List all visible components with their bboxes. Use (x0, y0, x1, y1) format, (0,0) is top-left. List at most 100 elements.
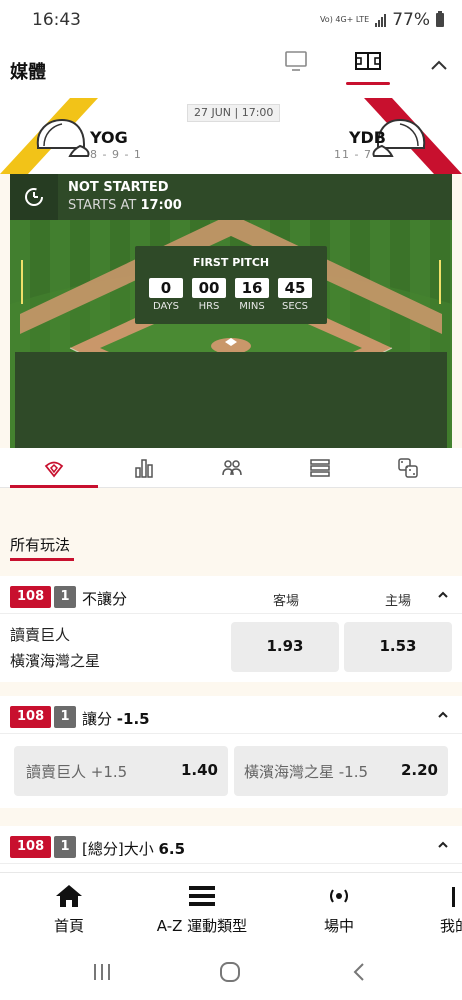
market-line: -1.5 (116, 710, 150, 728)
market-line: 6.5 (158, 840, 186, 858)
countdown-days-value: 0 (149, 278, 183, 298)
field-info-panel (15, 352, 447, 448)
match-tabs (0, 448, 462, 488)
timer-icon-box (10, 174, 58, 220)
field-view-icon[interactable] (354, 50, 382, 72)
market-num-badge: 1 (54, 836, 76, 858)
nav-sports-az-label: A-Z 運動類型 (156, 917, 248, 935)
market-handicap: 108 1 讓分 -1.5 讀賣巨人 +1.5 1.40 橫濱海灣之星 -1.5… (0, 696, 462, 808)
chevron-up-icon[interactable] (436, 838, 450, 852)
home-icon (56, 885, 82, 907)
battery-icon (436, 11, 444, 27)
chevron-up-icon[interactable] (436, 588, 450, 602)
timer-icon (25, 188, 43, 206)
match-datetime: 27 JUN | 17:00 (187, 104, 281, 122)
nav-home[interactable]: 首頁 (44, 883, 94, 936)
battery-level: 77% (392, 10, 430, 30)
media-title: 媒體 (10, 62, 46, 83)
selection-name: 讀賣巨人 +1.5 (26, 763, 128, 781)
home-team-record: 11 - 7 (334, 148, 372, 161)
away-team-record: 8 - 9 - 1 (90, 148, 142, 161)
all-markets-header: 所有玩法 (0, 520, 462, 570)
market-code-badge: 108 (10, 706, 52, 728)
odds-button-home[interactable]: 1.53 (344, 622, 452, 672)
tab-field-icon[interactable] (42, 456, 66, 480)
home-team-full-name: 橫濱海灣之星 (10, 652, 101, 670)
active-tab-indicator (10, 485, 98, 488)
countdown-hours-unit: HRS (198, 301, 220, 312)
market-name: 讓分 -1.5 (82, 708, 150, 729)
tab-lineup-icon[interactable] (220, 456, 244, 480)
recent-apps-icon[interactable] (90, 960, 114, 984)
start-time-line: STARTS AT 17:00 (68, 198, 182, 213)
tab-dice-icon[interactable] (396, 456, 420, 480)
market-name-text: [總分]大小 (82, 840, 159, 858)
market-name: 不讓分 (82, 590, 128, 608)
section-title-underline (10, 558, 74, 561)
starts-at-time: 17:00 (140, 198, 182, 213)
system-navigation-bar (0, 948, 462, 1000)
countdown-hours-value: 00 (192, 278, 226, 298)
countdown-seconds-value: 45 (278, 278, 312, 298)
odds-button-home[interactable]: 橫濱海灣之星 -1.5 2.20 (234, 746, 448, 796)
market-code-badge: 108 (10, 836, 52, 858)
market-num-badge: 1 (54, 586, 76, 608)
baseball-field-visual: NOT STARTED STARTS AT 17:00 FIRST PITCH … (10, 174, 452, 448)
odds-value: 1.53 (379, 637, 417, 655)
countdown-minutes-unit: MINS (239, 301, 265, 312)
countdown-days: 0 DAYS (149, 278, 183, 312)
market-num-badge: 1 (54, 706, 76, 728)
match-header: YOG 8 - 9 - 1 27 JUN | 17:00 YDB 11 - 7 (0, 98, 462, 174)
chevron-up-icon[interactable] (428, 54, 450, 76)
network-indicator: Vo) 4G+ LTE (319, 15, 370, 24)
nav-sports-az[interactable]: A-Z 運動類型 (152, 883, 252, 936)
column-away-label: 客場 (272, 594, 299, 609)
tv-icon[interactable] (284, 50, 308, 72)
all-markets-tab[interactable]: 所有玩法 (10, 534, 70, 555)
status-icons: Vo) 4G+ LTE 77% (320, 10, 444, 30)
countdown-seconds-unit: SECS (282, 301, 308, 312)
clock: 16:43 (32, 10, 81, 30)
nav-live[interactable]: 場中 (314, 883, 364, 936)
odds-button-away[interactable]: 1.93 (231, 622, 339, 672)
tab-stats-icon[interactable] (132, 456, 156, 480)
countdown-panel: FIRST PITCH 0 DAYS 00 HRS 16 MINS 45 SEC… (135, 246, 327, 324)
countdown-hours: 00 HRS (192, 278, 226, 312)
media-header: 媒體 (0, 40, 462, 98)
nav-my-account-label: 我的 (440, 917, 462, 935)
nav-home-label: 首頁 (53, 917, 84, 935)
home-team-name: YDB (348, 128, 386, 147)
live-icon (330, 889, 348, 903)
active-view-indicator (346, 82, 390, 85)
market-header[interactable]: 108 1 [總分]大小 6.5 (0, 826, 462, 864)
odds-value: 1.40 (180, 761, 218, 779)
market-name-text: 讓分 (82, 710, 117, 728)
tab-list-icon[interactable] (308, 456, 332, 480)
market-code-badge: 108 (10, 586, 52, 608)
selection-name: 橫濱海灣之星 -1.5 (244, 763, 369, 781)
odds-value: 1.93 (266, 637, 304, 655)
countdown-seconds: 45 SECS (278, 278, 312, 312)
game-state: NOT STARTED (68, 180, 169, 195)
odds-value: 2.20 (400, 761, 438, 779)
nav-my-account[interactable]: 我的 (440, 883, 462, 936)
chevron-up-icon[interactable] (436, 708, 450, 722)
market-name: [總分]大小 6.5 (82, 838, 185, 859)
market-moneyline: 108 1 不讓分 客場 主場 讀賣巨人 橫濱海灣之星 1.93 1.53 (0, 576, 462, 682)
starts-at-label: STARTS AT (68, 198, 137, 213)
away-team-full-name: 讀賣巨人 (10, 626, 71, 644)
home-button-icon[interactable] (218, 960, 242, 984)
market-header[interactable]: 108 1 不讓分 客場 主場 (0, 576, 462, 614)
away-cap-icon (36, 118, 90, 157)
countdown-label: FIRST PITCH (192, 256, 270, 269)
system-status-bar: 16:43 Vo) 4G+ LTE 77% (0, 0, 462, 40)
menu-icon (189, 886, 215, 906)
back-icon[interactable] (348, 960, 372, 984)
odds-button-away[interactable]: 讀賣巨人 +1.5 1.40 (14, 746, 228, 796)
market-header[interactable]: 108 1 讓分 -1.5 (0, 696, 462, 734)
user-icon (452, 887, 455, 907)
market-totals: 108 1 [總分]大小 6.5 (0, 826, 462, 872)
nav-live-label: 場中 (323, 917, 354, 935)
countdown-minutes: 16 MINS (235, 278, 269, 312)
countdown-days-unit: DAYS (152, 301, 180, 312)
